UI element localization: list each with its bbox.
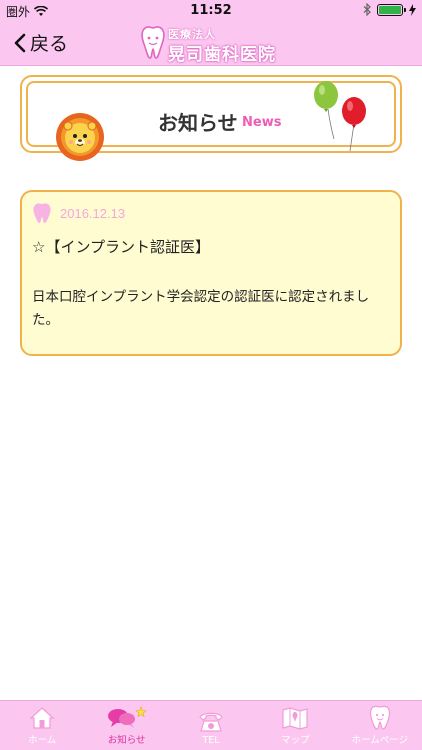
back-label: 戻る bbox=[30, 33, 69, 55]
map-icon bbox=[282, 707, 309, 730]
tab-homepage[interactable]: ホームページ bbox=[338, 701, 422, 750]
news-body: 日本口腔インプラント学会認定の認証医に認定されました。 bbox=[32, 289, 370, 328]
tab-home[interactable]: ホーム bbox=[0, 701, 84, 750]
tab-tel-label: TEL bbox=[202, 735, 220, 746]
tab-home-label: ホーム bbox=[28, 735, 57, 746]
lion-mascot-icon bbox=[56, 113, 104, 161]
tab-news-label: お知らせ bbox=[107, 735, 146, 746]
tab-homepage-label: ホームページ bbox=[351, 735, 409, 746]
banner-title: お知らせ bbox=[158, 111, 238, 135]
chevron-left-icon bbox=[14, 33, 26, 52]
navigation-bar: 戻る 医療法人 晃司歯科医院 bbox=[0, 22, 422, 66]
logo-title: 晃司歯科医院 bbox=[168, 45, 276, 65]
tooth-icon bbox=[369, 705, 390, 730]
tooth-icon bbox=[33, 203, 51, 223]
back-button[interactable]: 戻る bbox=[14, 29, 68, 56]
clock: 11:52 bbox=[190, 3, 232, 18]
speech-bubbles-icon bbox=[107, 706, 147, 728]
bluetooth-icon bbox=[363, 3, 371, 16]
tab-bar: ホーム お知らせ TEL マップ ホームページ bbox=[0, 700, 422, 750]
tab-map-label: マップ bbox=[281, 735, 310, 746]
news-date: 2016.12.13 bbox=[60, 205, 126, 221]
clinic-logo: 医療法人 晃司歯科医院 bbox=[140, 25, 290, 65]
news-banner: お知らせ News bbox=[20, 75, 402, 161]
telephone-icon bbox=[199, 712, 223, 732]
news-item-card[interactable]: 2016.12.13 ☆【インプラント認証医】 日本口腔インプラント学会認定の認… bbox=[20, 190, 402, 356]
balloons-icon bbox=[314, 81, 366, 152]
status-bar: 圏外 11:52 bbox=[0, 0, 422, 22]
news-headline: ☆【インプラント認証医】 bbox=[32, 238, 210, 256]
banner-subtitle: News bbox=[242, 115, 282, 130]
news-date-row: 2016.12.13 bbox=[32, 202, 125, 224]
battery-icon bbox=[377, 3, 406, 16]
tab-tel[interactable]: TEL bbox=[169, 701, 253, 750]
charging-bolt-icon bbox=[409, 3, 416, 16]
tab-news[interactable]: お知らせ bbox=[84, 701, 168, 750]
house-icon bbox=[29, 707, 55, 729]
tab-map[interactable]: マップ bbox=[253, 701, 337, 750]
tooth-logo-icon bbox=[141, 26, 165, 59]
